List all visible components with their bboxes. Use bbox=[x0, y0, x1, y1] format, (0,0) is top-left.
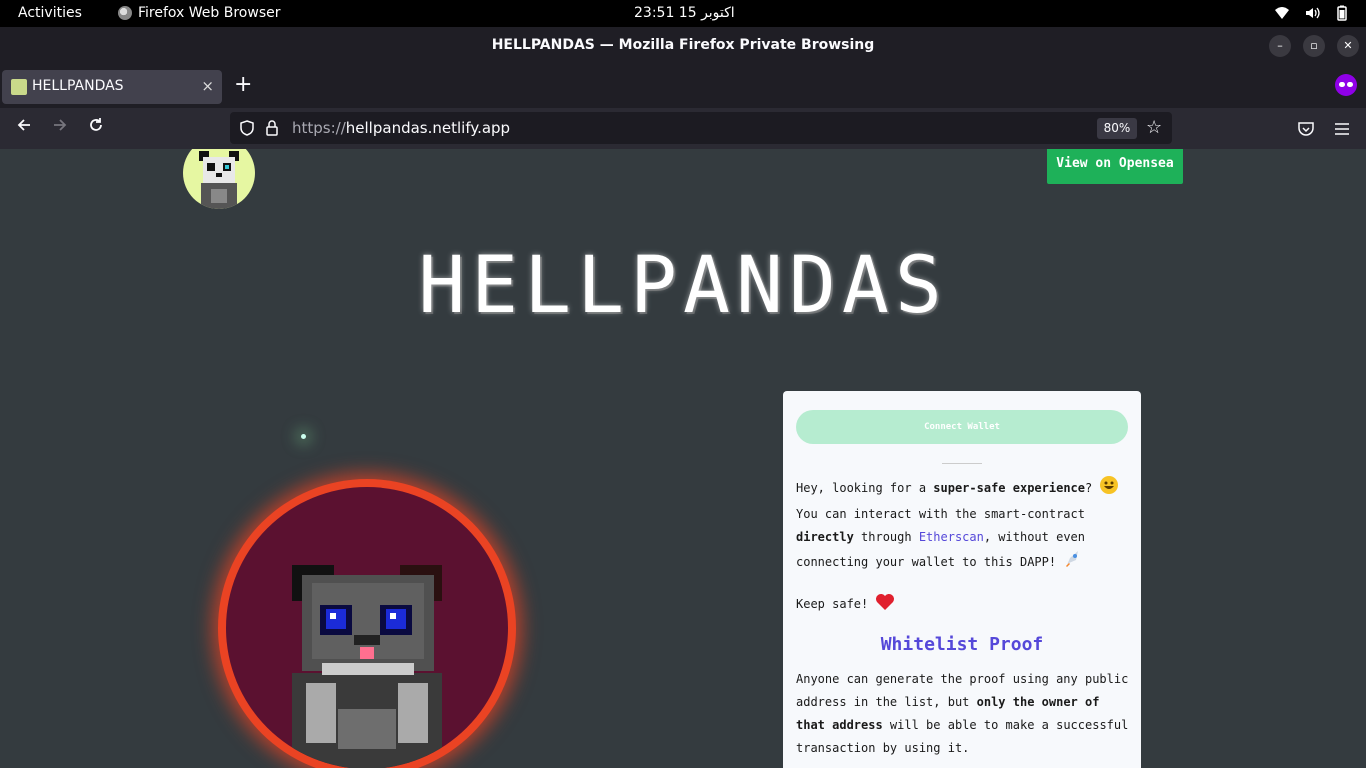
window-title-bar: HELLPANDAS — Mozilla Firefox Private Bro… bbox=[0, 27, 1366, 64]
close-window-button[interactable]: ✕ bbox=[1337, 35, 1359, 57]
clock[interactable]: 23:51 15 اکتوبر bbox=[634, 5, 735, 21]
window-title: HELLPANDAS — Mozilla Firefox Private Bro… bbox=[491, 37, 875, 53]
panda-avatar-ring bbox=[218, 479, 516, 768]
navigation-bar: https://hellpandas.netlify.app 80% ☆ bbox=[0, 108, 1366, 149]
forward-button[interactable] bbox=[47, 116, 73, 142]
para1-bold-super-safe: super-safe experience bbox=[933, 481, 1085, 495]
bookmark-star-icon[interactable]: ☆ bbox=[1146, 117, 1162, 138]
tab-hellpandas[interactable]: HELLPANDAS × bbox=[2, 70, 222, 104]
para1-text-d: You can interact with the smart-contract bbox=[796, 507, 1085, 521]
back-button[interactable] bbox=[11, 116, 37, 142]
panda-logo-icon bbox=[199, 151, 239, 209]
tab-bar: HELLPANDAS × + bbox=[0, 64, 1366, 108]
para1-text-c: ? bbox=[1085, 481, 1100, 495]
app-menu[interactable]: Firefox Web Browser bbox=[118, 5, 281, 21]
whitelist-paragraph: Anyone can generate the proof using any … bbox=[796, 668, 1132, 760]
new-tab-button[interactable]: + bbox=[234, 72, 252, 97]
reload-icon bbox=[90, 118, 102, 131]
firefox-icon bbox=[118, 6, 132, 20]
etherscan-link[interactable]: Etherscan bbox=[919, 530, 984, 544]
para1-text-f: through bbox=[853, 530, 919, 544]
wifi-icon bbox=[1275, 7, 1289, 19]
close-tab-icon[interactable]: × bbox=[201, 77, 214, 95]
url-text[interactable]: https://hellpandas.netlify.app bbox=[292, 119, 510, 137]
private-browsing-icon bbox=[1335, 74, 1357, 96]
volume-icon bbox=[1306, 7, 1320, 19]
connect-wallet-button[interactable]: Connect Wallet bbox=[796, 410, 1128, 444]
app-menu-label: Firefox Web Browser bbox=[138, 5, 281, 21]
hamburger-menu-icon[interactable] bbox=[1333, 120, 1351, 138]
panda-favicon-icon bbox=[11, 79, 27, 95]
tab-label: HELLPANDAS bbox=[32, 78, 124, 94]
mint-card: Connect Wallet Hey, looking for a super-… bbox=[783, 391, 1141, 768]
back-arrow-icon bbox=[17, 119, 30, 131]
activities-button[interactable]: Activities bbox=[18, 5, 82, 21]
system-tray[interactable] bbox=[1274, 5, 1350, 21]
safety-paragraph: Hey, looking for a super-safe experience… bbox=[796, 475, 1132, 577]
rocket-emoji-icon bbox=[1063, 549, 1083, 577]
lock-icon[interactable] bbox=[264, 119, 280, 137]
whitelist-proof-title: Whitelist Proof bbox=[880, 634, 1044, 655]
system-top-bar: Activities Firefox Web Browser 23:51 15 … bbox=[0, 0, 1366, 27]
maximize-button[interactable]: ▫ bbox=[1303, 35, 1325, 57]
para1-text-a: Hey, looking for a bbox=[796, 481, 934, 495]
tracking-protection-shield-icon[interactable] bbox=[238, 119, 256, 137]
keep-safe-line: Keep safe! bbox=[796, 593, 1132, 619]
site-logo[interactable] bbox=[183, 149, 255, 209]
keep-safe-text: Keep safe! bbox=[796, 597, 876, 611]
url-host: hellpandas.netlify.app bbox=[345, 119, 511, 137]
para1-bold-directly: directly bbox=[796, 530, 854, 544]
url-protocol: https:// bbox=[292, 119, 346, 137]
reload-button[interactable] bbox=[83, 116, 109, 142]
web-page: View on Opensea HELLPANDAS Connect Walle… bbox=[0, 149, 1366, 768]
heart-emoji-icon bbox=[875, 593, 895, 619]
minimize-button[interactable]: – bbox=[1269, 35, 1291, 57]
url-bar[interactable]: https://hellpandas.netlify.app 80% ☆ bbox=[230, 112, 1172, 144]
smiley-emoji-icon bbox=[1099, 475, 1119, 503]
view-on-opensea-button[interactable]: View on Opensea bbox=[1047, 149, 1183, 184]
panda-avatar bbox=[226, 487, 508, 768]
battery-icon bbox=[1337, 5, 1347, 21]
pixel-panda-image bbox=[292, 565, 442, 768]
hero-title: HELLPANDAS bbox=[418, 241, 948, 331]
card-divider bbox=[942, 463, 982, 464]
pocket-icon[interactable] bbox=[1297, 120, 1315, 138]
forward-arrow-icon bbox=[54, 119, 67, 131]
glow-dot bbox=[301, 434, 306, 439]
zoom-indicator[interactable]: 80% bbox=[1097, 118, 1137, 139]
